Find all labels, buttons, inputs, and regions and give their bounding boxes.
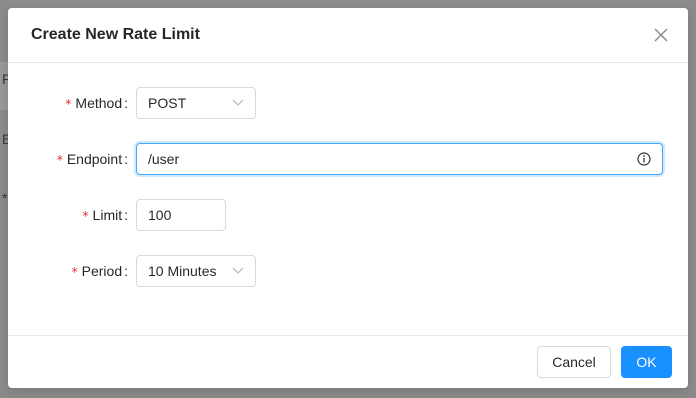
chevron-down-icon [232,267,244,274]
period-select[interactable]: 10 Minutes [136,255,256,287]
method-row: * Method: POST [8,87,256,119]
close-icon [654,28,668,42]
period-row: * Period: 10 Minutes [8,255,256,287]
period-value: 10 Minutes [148,263,217,279]
method-label: * Method: [65,95,128,111]
limit-row: * Limit: 100 [8,199,226,231]
method-value: POST [148,95,187,111]
endpoint-value: /user [148,151,180,167]
required-mark: * [82,209,89,223]
modal-body: * Method: POST * Endpoint: /user * Limit… [8,63,688,333]
endpoint-row: * Endpoint: /user [8,143,663,175]
limit-value: 100 [148,207,172,223]
method-select[interactable]: POST [136,87,256,119]
limit-input[interactable]: 100 [136,199,226,231]
limit-label: * Limit: [82,207,128,223]
ok-button[interactable]: OK [621,346,672,378]
chevron-down-icon [232,99,244,106]
modal-header: Create New Rate Limit [8,8,688,63]
endpoint-label: * Endpoint: [56,151,128,167]
close-button[interactable] [650,24,672,46]
required-mark: * [71,265,78,279]
required-mark: * [56,153,63,167]
period-label: * Period: [71,263,128,279]
modal-title: Create New Rate Limit [31,26,200,43]
create-rate-limit-dialog: Create New Rate Limit * Method: POST * End… [8,8,688,388]
endpoint-input[interactable]: /user [136,143,663,175]
modal-footer: Cancel OK [8,335,688,388]
cancel-button[interactable]: Cancel [537,346,611,378]
background-text: * [2,190,8,206]
required-mark: * [65,97,72,111]
info-circle-icon[interactable] [637,152,651,166]
